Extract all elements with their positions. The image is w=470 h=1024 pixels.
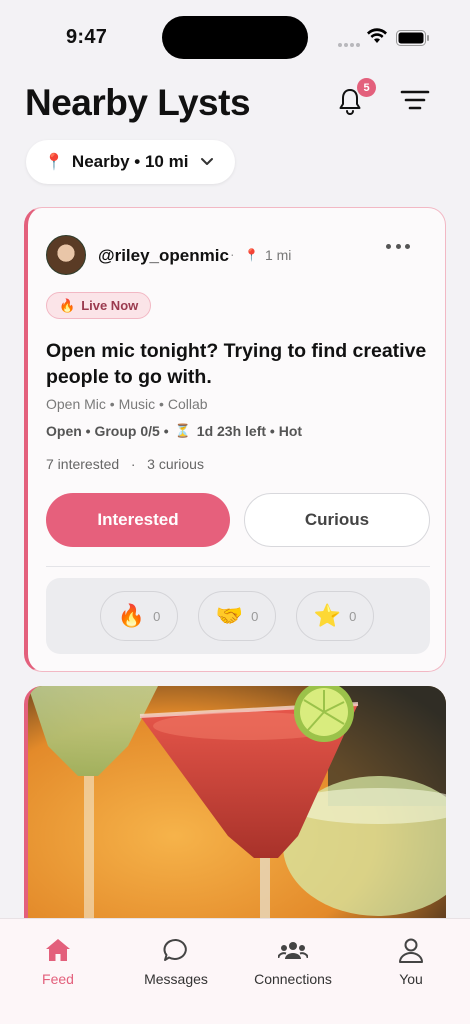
post-card[interactable]: @riley_openmic · 📍 1 mi 🔥 Live Now Open … [24,207,446,672]
reaction-count: 0 [153,608,161,624]
post-distance: 📍 1 mi [244,247,291,263]
reaction-fire-button[interactable]: 🔥 0 [100,591,178,641]
handshake-icon: 🤝 [215,603,244,628]
wifi-icon [367,28,387,43]
chevron-down-icon [201,158,214,165]
page-title: Nearby Lysts [25,82,251,123]
battery-icon [396,30,429,46]
tab-connections[interactable]: Connections [238,937,348,987]
post-tags: Open Mic • Music • Collab [46,396,208,412]
home-icon [46,939,70,961]
location-filter-label: Nearby • 10 mi [71,152,189,171]
post-username[interactable]: @riley_openmic [98,246,229,266]
hourglass-icon: ⏳ [174,423,191,438]
status-time: 9:47 [66,26,108,48]
tab-messages[interactable]: Messages [121,937,231,987]
reactions-bar: 🔥 0 🤝 0 ⭐ 0 [46,578,430,654]
tab-connections-label: Connections [254,971,332,987]
post-meta-time: 1d 23h left • Hot [196,423,303,439]
map-pin-icon: 📍 [44,154,64,171]
chat-icon [163,938,187,961]
status-bar: 9:47 [0,0,470,70]
live-now-badge: 🔥 Live Now [46,292,152,319]
tab-you-label: You [399,971,423,987]
tab-you[interactable]: You [356,937,466,987]
post-title: Open mic tonight? Trying to find creativ… [46,340,427,388]
dynamic-island [162,16,308,59]
tab-bar: Feed Messages Connections You [0,918,470,1024]
interest-counts: 7 interested · 3 curious [46,456,204,472]
reaction-count: 0 [349,608,357,624]
person-icon [399,938,423,963]
tab-feed[interactable]: Feed [3,937,113,987]
reaction-handshake-button[interactable]: 🤝 0 [198,591,276,641]
star-icon: ⭐ [313,603,342,628]
divider [46,566,430,567]
fire-icon: 🔥 [117,603,146,628]
post-photo-card[interactable] [24,686,446,936]
live-badge-label: Live Now [81,298,139,313]
cellular-signal-icon [338,34,362,47]
location-filter-dropdown[interactable]: 📍 Nearby • 10 mi [26,140,235,184]
app-header: Nearby Lysts 5 [0,78,470,128]
interested-button[interactable]: Interested [46,493,230,547]
tab-messages-label: Messages [144,971,208,987]
separator-dot: · [230,246,235,262]
more-options-icon[interactable] [386,240,410,252]
reaction-star-button[interactable]: ⭐ 0 [296,591,374,641]
fire-icon: 🔥 [59,297,76,313]
filter-icon[interactable] [400,88,430,112]
reaction-count: 0 [251,608,259,624]
map-pin-icon: 📍 [244,248,259,262]
post-meta-status: Open • Group 0/5 • [46,423,169,439]
avatar[interactable] [46,235,86,275]
distance-label: 1 mi [264,247,292,263]
cocktail-photo [28,686,446,936]
curious-button[interactable]: Curious [244,493,430,547]
notification-badge: 5 [357,78,376,97]
people-icon [278,942,308,959]
tab-feed-label: Feed [42,971,74,987]
post-meta: Open • Group 0/5 • ⏳ 1d 23h left • Hot [46,423,302,439]
